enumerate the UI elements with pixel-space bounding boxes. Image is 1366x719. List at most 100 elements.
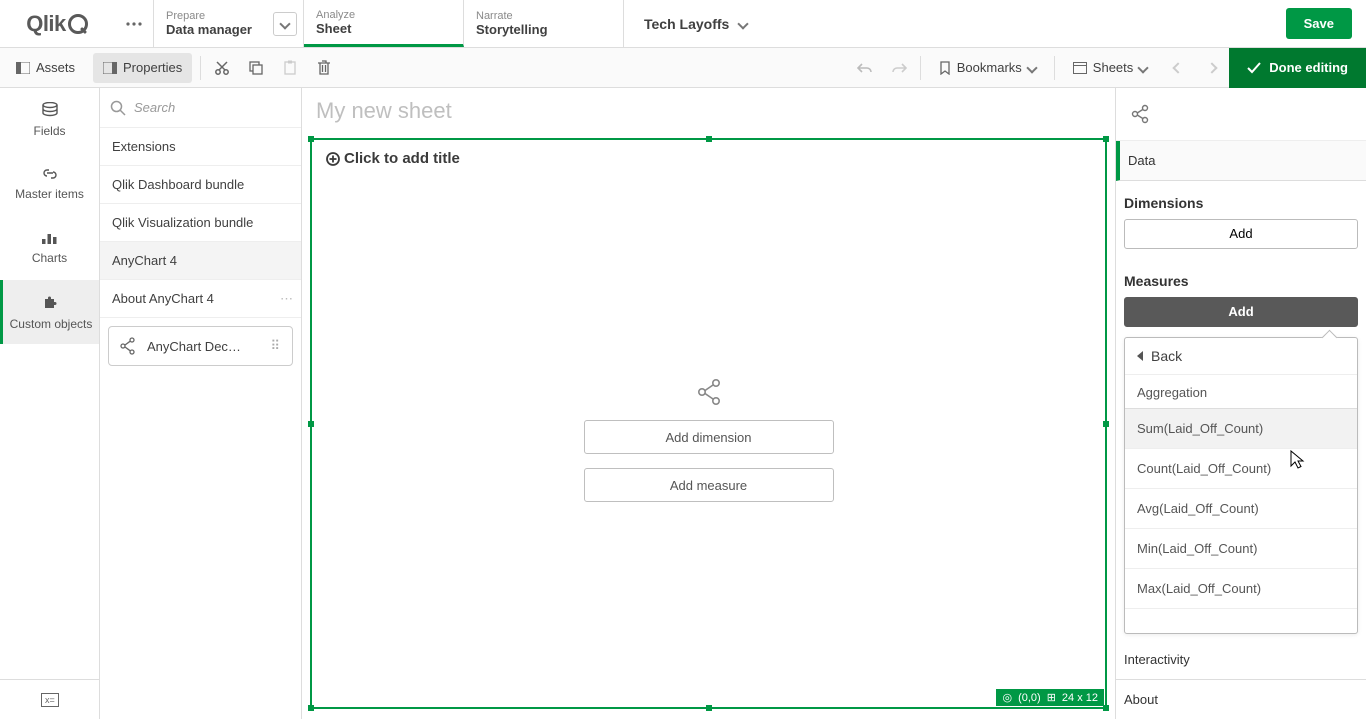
agg-item-sum[interactable]: Sum(Laid_Off_Count) [1125,409,1357,449]
target-icon: ◎ [1002,691,1012,704]
agg-item-max[interactable]: Max(Laid_Off_Count) [1125,569,1357,609]
popup-back-label: Back [1151,348,1182,364]
bar-chart-icon [41,231,59,245]
chevron-down-icon [738,18,749,29]
svg-text:x=: x= [45,695,55,705]
nav-narrate-value: Storytelling [476,22,611,37]
agg-label: Min(Laid_Off_Count) [1137,541,1257,556]
sheets-label: Sheets [1093,60,1133,75]
share-icon [119,337,137,355]
share-icon [695,378,723,406]
viz-title-add[interactable]: Click to add title [312,140,1105,173]
accordion-data-label: Data [1128,153,1155,168]
app-name[interactable]: Tech Layoffs [624,0,1272,47]
agg-item-avg[interactable]: Avg(Laid_Off_Count) [1125,489,1357,529]
dimensions-header: Dimensions [1116,181,1366,219]
rail-charts-label: Charts [32,251,67,265]
save-button[interactable]: Save [1286,8,1352,39]
accordion-label: About [1124,692,1158,707]
panel-left-icon [16,62,30,74]
bookmark-icon [939,61,951,75]
nav-narrate-label: Narrate [476,10,611,22]
agg-label: Max(Laid_Off_Count) [1137,581,1261,596]
accordion-label: Interactivity [1124,652,1190,667]
accordion-interactivity[interactable]: Interactivity [1116,640,1366,680]
check-icon [1247,62,1261,74]
rail-custom-objects[interactable]: Custom objects [0,280,99,344]
undo-button[interactable] [848,53,882,83]
next-sheet-button[interactable] [1195,53,1229,83]
visualization[interactable]: Click to add title Add dimension Add mea… [310,138,1107,709]
rail-fields-label: Fields [33,124,65,138]
assets-toggle[interactable]: Assets [6,53,85,83]
app-name-label: Tech Layoffs [644,16,729,32]
nav-analyze-value: Sheet [316,21,451,36]
add-measure-button[interactable]: Add measure [584,468,834,502]
link-icon [41,167,59,181]
viz-title-prompt: Click to add title [344,150,460,167]
share-icon [1130,104,1150,124]
rail-fields[interactable]: Fields [0,88,99,152]
agg-label: Count(Laid_Off_Count) [1137,461,1271,476]
accordion-about[interactable]: About [1116,680,1366,719]
agg-label: Avg(Laid_Off_Count) [1137,501,1259,516]
caret-left-icon [1137,351,1143,361]
asset-qlik-dashboard[interactable]: Qlik Dashboard bundle [100,166,301,204]
logo: Qlik [0,0,114,47]
sheet-title[interactable]: My new sheet [302,88,1115,134]
asset-anychart4[interactable]: AnyChart 4 [100,242,301,280]
variables-icon: x= [41,693,59,707]
aggregation-popup: Back Aggregation Sum(Laid_Off_Count) Cou… [1124,337,1358,634]
accordion-data[interactable]: Data [1116,141,1366,181]
agg-item-count[interactable]: Count(Laid_Off_Count) [1125,449,1357,489]
asset-about-anychart[interactable]: About AnyChart 4 ⋯ [100,280,301,318]
gridsize: 24 x 12 [1062,692,1098,704]
add-dimension-button[interactable]: Add [1124,219,1358,249]
asset-qlik-viz[interactable]: Qlik Visualization bundle [100,204,301,242]
props-header-icon [1116,88,1366,141]
asset-extensions[interactable]: Extensions [100,128,301,166]
nav-prepare[interactable]: Prepare Data manager [154,0,304,47]
asset-label: Qlik Dashboard bundle [112,177,244,192]
grip-icon: ⠿ [270,338,282,354]
sheets-button[interactable]: Sheets [1063,53,1157,83]
nav-analyze-label: Analyze [316,9,451,21]
prev-sheet-button[interactable] [1161,53,1195,83]
rail-custom-label: Custom objects [10,317,93,331]
asset-label: About AnyChart 4 [112,291,214,306]
nav-narrate[interactable]: Narrate Storytelling [464,0,624,47]
nav-prepare-dropdown[interactable] [273,12,297,36]
properties-toggle[interactable]: Properties [93,53,192,83]
rail-charts[interactable]: Charts [0,216,99,280]
chevron-down-icon [1026,62,1037,73]
bookmarks-button[interactable]: Bookmarks [929,53,1046,83]
nav-analyze[interactable]: Analyze Sheet [304,0,464,47]
delete-button[interactable] [307,53,341,83]
asset-label: Qlik Visualization bundle [112,215,253,230]
redo-button[interactable] [882,53,916,83]
agg-item-min[interactable]: Min(Laid_Off_Count) [1125,529,1357,569]
measures-header: Measures [1116,259,1366,297]
add-dimension-button[interactable]: Add dimension [584,420,834,454]
paste-button[interactable] [273,53,307,83]
rail-master-label: Master items [15,187,84,201]
puzzle-icon [42,293,60,311]
copy-button[interactable] [239,53,273,83]
grid-icon: ⊞ [1047,691,1056,704]
cut-button[interactable] [205,53,239,83]
rail-variables[interactable]: x= [0,679,99,719]
assets-label: Assets [36,60,75,75]
asset-card-anychart-dec[interactable]: AnyChart Dec… ⠿ [108,326,293,366]
add-measure-button[interactable]: Add [1124,297,1358,327]
asset-search[interactable]: Search [100,88,301,128]
plus-circle-icon [326,152,340,166]
popup-back[interactable]: Back [1125,338,1357,375]
asset-label: Extensions [112,139,176,154]
rail-master-items[interactable]: Master items [0,152,99,216]
database-icon [41,102,59,118]
global-menu-button[interactable] [114,0,154,47]
done-editing-button[interactable]: Done editing [1229,48,1366,88]
panel-right-icon [103,62,117,74]
more-icon[interactable]: ⋯ [280,291,293,307]
agg-label: Sum(Laid_Off_Count) [1137,421,1263,436]
